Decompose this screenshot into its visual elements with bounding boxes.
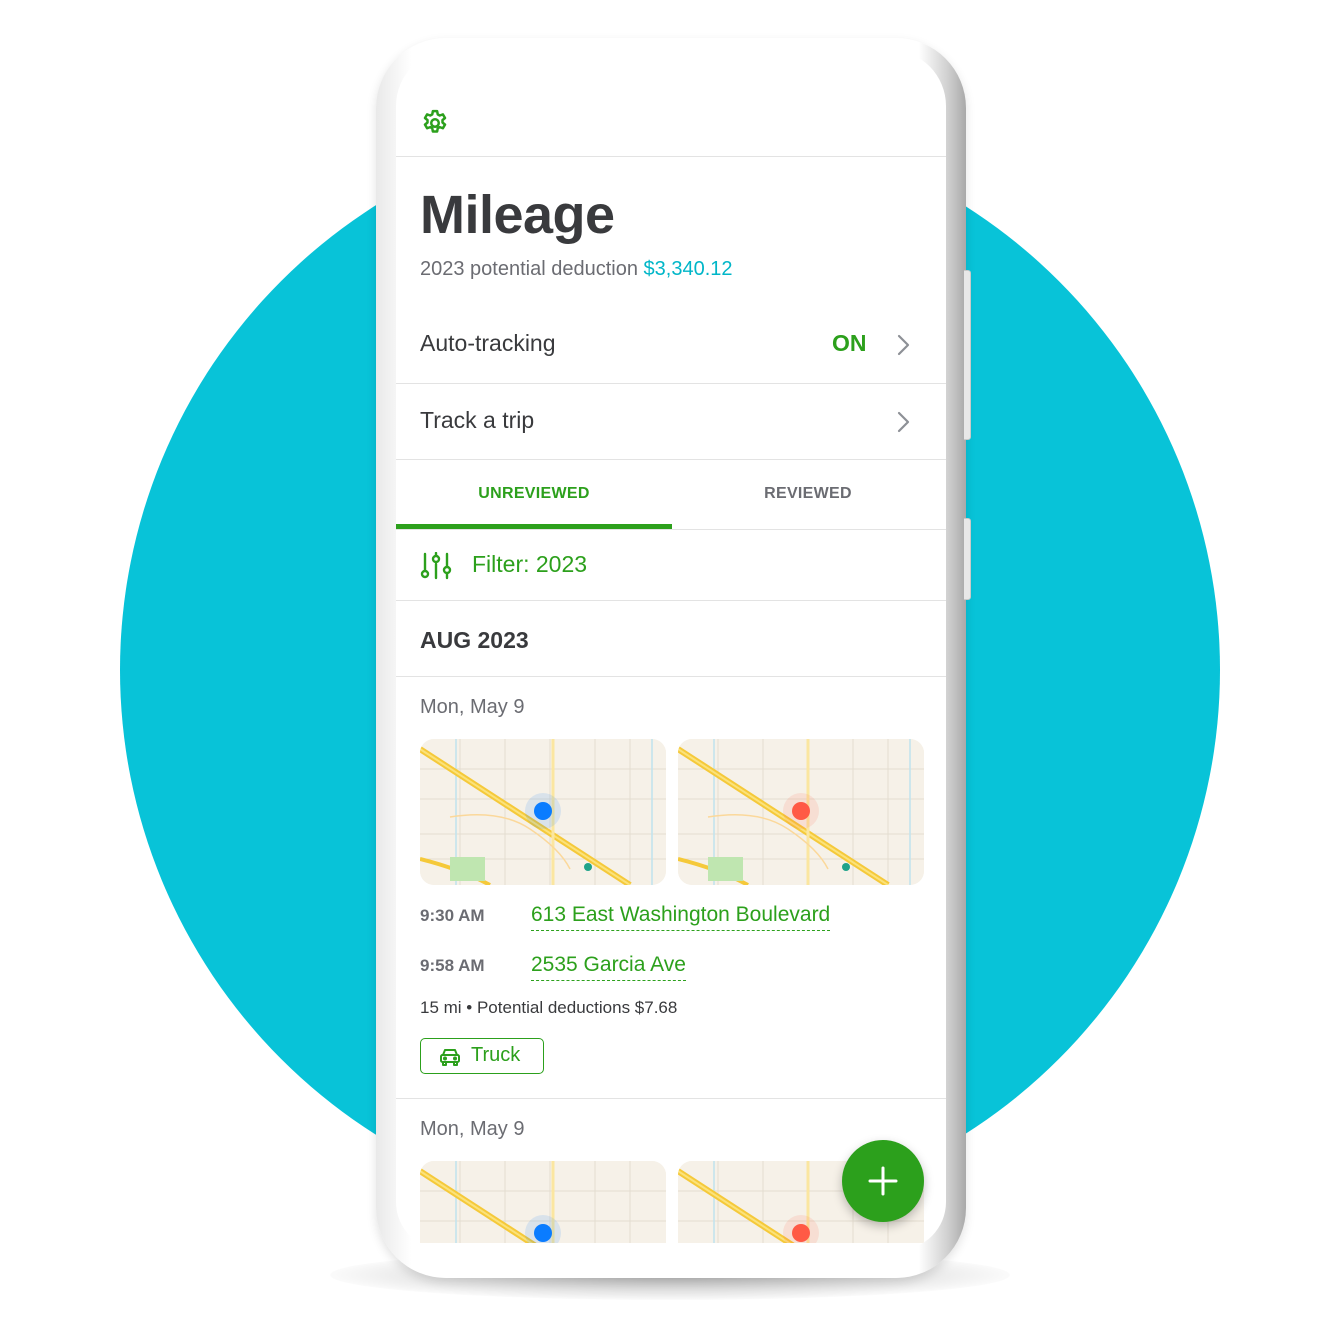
deduction-label: 2023 potential deduction	[420, 258, 638, 280]
plus-icon	[868, 1166, 898, 1196]
vehicle-chip[interactable]: Truck	[420, 1038, 544, 1074]
start-location-map[interactable]	[420, 1161, 666, 1243]
trip-date: Mon, May 9	[420, 696, 525, 718]
divider	[396, 529, 946, 530]
phone-volume-button	[964, 270, 971, 440]
end-address-link[interactable]: 2535 Garcia Ave	[531, 953, 686, 981]
chevron-right-icon	[897, 411, 910, 433]
app-screen: Mileage 2023 potential deduction $3,340.…	[396, 50, 946, 1250]
filter-label: Filter: 2023	[472, 551, 588, 577]
trip-summary: 15 mi • Potential deductions $7.68	[420, 998, 678, 1017]
divider	[396, 600, 946, 601]
chevron-right-icon	[897, 334, 910, 356]
map-graphic	[420, 739, 666, 885]
add-trip-button[interactable]	[842, 1140, 924, 1222]
track-trip-label: Track a trip	[420, 407, 535, 433]
map-graphic	[678, 739, 924, 885]
divider	[396, 676, 946, 677]
start-time: 9:30 AM	[420, 906, 485, 925]
section-header-month: AUG 2023	[420, 627, 529, 653]
tab-reviewed[interactable]: REVIEWED	[670, 485, 946, 503]
auto-tracking-status: ON	[832, 330, 867, 356]
map-graphic	[420, 1161, 666, 1243]
divider	[396, 1098, 946, 1099]
divider	[396, 156, 946, 157]
gear-icon[interactable]	[420, 108, 450, 138]
page-title: Mileage	[420, 185, 615, 245]
deduction-amount: $3,340.12	[643, 258, 733, 280]
auto-tracking-label: Auto-tracking	[420, 330, 556, 356]
deduction-summary: 2023 potential deduction $3,340.12	[420, 258, 733, 281]
vehicle-label: Truck	[471, 1044, 521, 1066]
car-icon	[440, 1049, 460, 1066]
divider	[396, 459, 946, 460]
end-location-map[interactable]	[678, 739, 924, 885]
tab-unreviewed[interactable]: UNREVIEWED	[396, 485, 672, 503]
start-location-map[interactable]	[420, 739, 666, 885]
start-address-link[interactable]: 613 East Washington Boulevard	[531, 903, 831, 931]
active-tab-indicator	[396, 524, 672, 529]
sliders-icon	[420, 552, 452, 580]
end-time: 9:58 AM	[420, 956, 485, 975]
phone-power-button	[964, 518, 971, 600]
trip-date: Mon, May 9	[420, 1118, 525, 1140]
divider	[396, 383, 946, 384]
